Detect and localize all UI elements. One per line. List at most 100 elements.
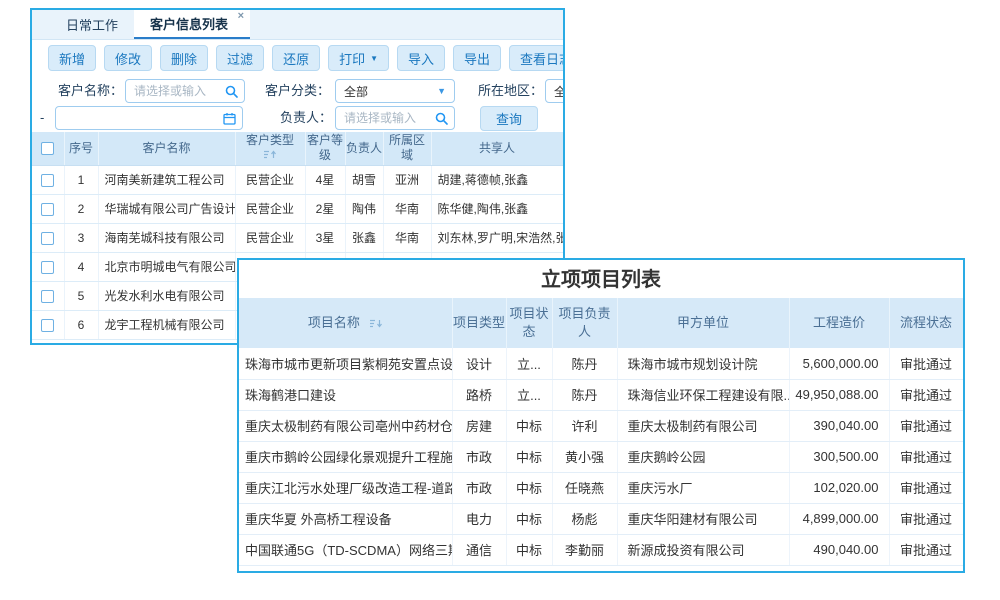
owner-label: 负责人：: [280, 106, 332, 130]
flow-status-link[interactable]: 审批通过: [889, 379, 963, 410]
header-customer-level: 客户等级: [305, 132, 345, 165]
customer-name-field[interactable]: [126, 84, 225, 98]
project-type-cell: 通信: [452, 534, 506, 565]
customer-name-link[interactable]: 龙宇工程机械有限公司: [98, 310, 235, 339]
customer-name-link[interactable]: 光发水利水电有限公司: [98, 281, 235, 310]
owner-link[interactable]: 胡雪: [345, 165, 383, 194]
header-customer-type[interactable]: 客户类型: [235, 132, 305, 165]
search-icon[interactable]: [225, 85, 238, 98]
header-cost: 工程造价: [789, 298, 889, 348]
edit-button[interactable]: 修改: [104, 45, 152, 71]
row-select-cell[interactable]: [32, 281, 64, 310]
flow-status-link[interactable]: 审批通过: [889, 441, 963, 472]
row-checkbox[interactable]: [41, 319, 54, 332]
project-name-link[interactable]: 重庆华夏 外高桥工程设备: [239, 503, 452, 534]
date-field[interactable]: [56, 111, 223, 125]
query-button[interactable]: 查询: [480, 106, 538, 131]
search-icon[interactable]: [435, 112, 448, 125]
header-project-name-label: 项目名称: [308, 315, 360, 330]
client-cell: 重庆华阳建材有限公司: [617, 503, 789, 534]
owner-input[interactable]: [335, 106, 455, 130]
project-name-link[interactable]: 珠海市城市更新项目紫桐苑安置点设...: [239, 348, 452, 379]
seq-cell: 3: [64, 223, 98, 252]
project-name-link[interactable]: 中国联通5G（TD-SCDMA）网络三期...: [239, 534, 452, 565]
row-checkbox[interactable]: [41, 174, 54, 187]
header-customer-type-label: 客户类型: [246, 133, 294, 147]
header-select-all[interactable]: [32, 132, 64, 165]
owner-link[interactable]: 张鑫: [345, 223, 383, 252]
header-project-status: 项目状态: [506, 298, 552, 348]
header-project-name[interactable]: 项目名称: [239, 298, 452, 348]
tab-daily-work[interactable]: 日常工作: [50, 10, 134, 39]
row-checkbox[interactable]: [41, 232, 54, 245]
row-checkbox[interactable]: [41, 261, 54, 274]
customer-name-link[interactable]: 华瑞城有限公司广告设计部: [98, 194, 235, 223]
project-status-cell: 中标: [506, 503, 552, 534]
owner-link[interactable]: 陶伟: [345, 194, 383, 223]
calendar-icon[interactable]: [223, 112, 236, 125]
export-button[interactable]: 导出: [453, 45, 501, 71]
view-log-button[interactable]: 查看日志: [509, 45, 565, 71]
flow-status-link[interactable]: 审批通过: [889, 410, 963, 441]
project-owner-link[interactable]: 陈丹: [552, 379, 617, 410]
table-row: 珠海鹤港口建设 路桥 立... 陈丹 珠海信业环保工程建设有限... 49,95…: [239, 379, 963, 410]
category-value: 全部: [336, 83, 437, 100]
header-shared: 共享人: [431, 132, 563, 165]
chevron-down-icon[interactable]: ▼: [437, 86, 446, 96]
date-input[interactable]: [55, 106, 243, 130]
flow-status-link[interactable]: 审批通过: [889, 503, 963, 534]
row-select-cell[interactable]: [32, 194, 64, 223]
row-checkbox[interactable]: [41, 203, 54, 216]
chevron-down-icon: ▼: [370, 54, 378, 63]
customer-name-link[interactable]: 海南芜城科技有限公司: [98, 223, 235, 252]
seq-cell: 2: [64, 194, 98, 223]
level-cell: 2星: [305, 194, 345, 223]
customer-table-header-row: 序号 客户名称 客户类型 客户等级 负责人 所属区域 共享人: [32, 132, 563, 165]
row-checkbox[interactable]: [41, 290, 54, 303]
cost-cell: 49,950,088.00: [789, 379, 889, 410]
filter-button[interactable]: 过滤: [216, 45, 264, 71]
flow-status-link[interactable]: 审批通过: [889, 348, 963, 379]
row-select-cell[interactable]: [32, 165, 64, 194]
project-name-link[interactable]: 珠海鹤港口建设: [239, 379, 452, 410]
project-owner-link[interactable]: 杨彪: [552, 503, 617, 534]
shared-cell: 陈华健,陶伟,张鑫: [431, 194, 563, 223]
tab-customer-info-list[interactable]: 客户信息列表 ×: [134, 10, 250, 39]
row-select-cell[interactable]: [32, 252, 64, 281]
project-owner-link[interactable]: 黄小强: [552, 441, 617, 472]
sort-ascending-icon[interactable]: [263, 148, 277, 163]
flow-status-link[interactable]: 审批通过: [889, 472, 963, 503]
print-label: 打印: [339, 49, 365, 68]
sort-descending-icon[interactable]: [369, 315, 383, 333]
project-owner-link[interactable]: 任晓燕: [552, 472, 617, 503]
header-owner: 负责人: [345, 132, 383, 165]
customer-name-input[interactable]: [125, 79, 245, 103]
row-select-cell[interactable]: [32, 310, 64, 339]
close-icon[interactable]: ×: [238, 11, 244, 22]
level-cell: 4星: [305, 165, 345, 194]
project-list-panel: 立项项目列表 项目名称 项目类型 项目状态 项目负责人 甲方单位 工程造价 流程…: [237, 258, 965, 573]
customer-name-link[interactable]: 河南美新建筑工程公司: [98, 165, 235, 194]
project-type-cell: 电力: [452, 503, 506, 534]
print-button[interactable]: 打印 ▼: [328, 45, 389, 71]
flow-status-link[interactable]: 审批通过: [889, 534, 963, 565]
type-cell: 民营企业: [235, 165, 305, 194]
import-button[interactable]: 导入: [397, 45, 445, 71]
add-button[interactable]: 新增: [48, 45, 96, 71]
select-all-checkbox[interactable]: [41, 142, 54, 155]
delete-button[interactable]: 删除: [160, 45, 208, 71]
row-select-cell[interactable]: [32, 223, 64, 252]
customer-name-link[interactable]: 北京市明城电气有限公司: [98, 252, 235, 281]
project-owner-link[interactable]: 许利: [552, 410, 617, 441]
customer-category-select[interactable]: 全部 ▼: [335, 79, 455, 103]
tab-label: 客户信息列表: [150, 14, 228, 33]
project-owner-link[interactable]: 李勤丽: [552, 534, 617, 565]
project-name-link[interactable]: 重庆江北污水处理厂级改造工程-道路...: [239, 472, 452, 503]
owner-field[interactable]: [336, 111, 435, 125]
project-owner-link[interactable]: 陈丹: [552, 348, 617, 379]
client-cell: 新源成投资有限公司: [617, 534, 789, 565]
project-name-link[interactable]: 重庆太极制药有限公司亳州中药材仓...: [239, 410, 452, 441]
project-name-link[interactable]: 重庆市鹅岭公园绿化景观提升工程施工: [239, 441, 452, 472]
restore-button[interactable]: 还原: [272, 45, 320, 71]
region-select[interactable]: 全部: [545, 79, 565, 103]
